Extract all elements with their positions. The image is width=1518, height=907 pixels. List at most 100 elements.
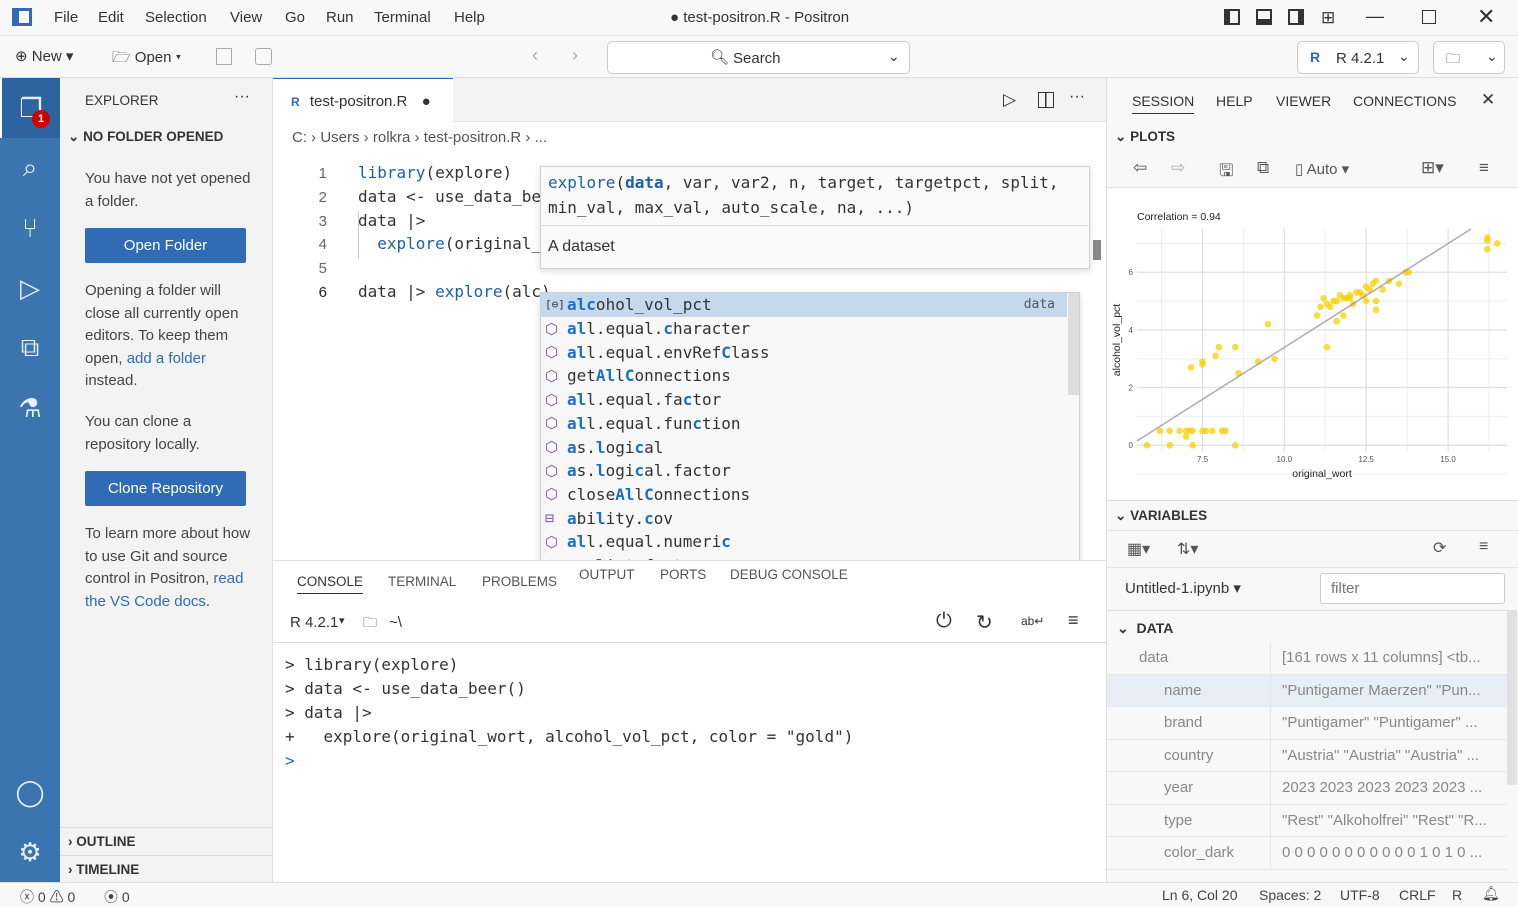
suggestion-item[interactable]: ⬡ all.equal.factor: [541, 388, 1067, 412]
maximize-button[interactable]: [1422, 10, 1436, 24]
variables-section-header[interactable]: ⌄ VARIABLES: [1115, 508, 1207, 524]
session-selector[interactable]: Untitled-1.ipynb ▾: [1125, 579, 1241, 597]
folder-icon[interactable]: 🗀: [363, 612, 377, 636]
menu-run[interactable]: Run: [326, 9, 354, 26]
sort-icon[interactable]: ⇅▾: [1177, 539, 1198, 559]
suggestion-item[interactable]: [⊖] alcohol_vol_pct data: [541, 293, 1067, 317]
breadcrumb-item[interactable]: rolkra: [373, 129, 411, 146]
toggle-sidebar-icon[interactable]: [1224, 9, 1240, 25]
outline-section-header[interactable]: › OUTLINE: [60, 827, 272, 855]
variable-row[interactable]: type "Rest" "Alkoholfrei" "Rest" "R...: [1107, 804, 1507, 837]
previous-plot-icon[interactable]: ⇦: [1133, 158, 1147, 178]
forward-icon[interactable]: ›: [572, 45, 578, 66]
save-all-icon[interactable]: [255, 48, 272, 65]
chevron-down-icon[interactable]: ⌄: [888, 48, 900, 65]
variables-scrollbar[interactable]: [1507, 610, 1517, 785]
suggestion-item[interactable]: ⬡ as.logical.factor: [541, 459, 1067, 483]
unsaved-dot-icon[interactable]: ●: [422, 93, 431, 110]
editor-tab[interactable]: R test-positron.R ●: [273, 78, 453, 123]
suggestion-item[interactable]: ⬡ all.equal.numeric: [541, 530, 1067, 554]
variables-filter-input[interactable]: [1320, 573, 1505, 604]
menu-view[interactable]: View: [230, 9, 262, 26]
clear-console-icon[interactable]: ≡: [1068, 610, 1079, 631]
suggestion-item[interactable]: ⬡ getAllConnections: [541, 364, 1067, 388]
run-file-icon[interactable]: ▷: [1003, 90, 1016, 110]
code-line[interactable]: library(explore): [358, 163, 512, 182]
next-plot-icon[interactable]: ⇨: [1171, 158, 1185, 178]
suggestion-item[interactable]: ⬡ all.equal.function: [541, 412, 1067, 436]
add-folder-link[interactable]: add a folder: [127, 350, 206, 367]
clear-plots-icon[interactable]: ≡: [1479, 158, 1489, 178]
variable-row[interactable]: data [161 rows x 11 columns] <tb...: [1107, 642, 1507, 675]
search-icon[interactable]: ⌕: [0, 138, 60, 198]
notifications-bell-icon[interactable]: 🔔︎: [1482, 885, 1500, 902]
code-line[interactable]: data |> explore(alc): [358, 282, 551, 301]
panel-tab-ports[interactable]: PORTS: [660, 567, 706, 582]
suggestion-item[interactable]: ⊟ ability.cov: [541, 506, 1067, 530]
data-group-header[interactable]: ⌄ DATA: [1107, 610, 1507, 644]
testing-icon[interactable]: ⚗: [0, 378, 60, 438]
cursor-position[interactable]: Ln 6, Col 20: [1162, 887, 1238, 903]
tab-session[interactable]: SESSION: [1132, 93, 1195, 114]
run-debug-icon[interactable]: ▷: [0, 258, 60, 318]
language-mode[interactable]: R: [1452, 887, 1462, 903]
restart-icon[interactable]: ↻: [976, 610, 993, 635]
panel-tab-output[interactable]: OUTPUT: [579, 567, 635, 582]
explorer-icon[interactable]: ❐ 1: [0, 78, 60, 138]
interpreter-selector[interactable]: R R 4.2.1 ⌄: [1297, 41, 1419, 74]
breadcrumb-item[interactable]: ...: [535, 129, 548, 146]
menu-edit[interactable]: Edit: [98, 9, 124, 26]
line-ending[interactable]: CRLF: [1399, 887, 1436, 903]
breadcrumb-item[interactable]: C:: [292, 129, 307, 146]
tab-help[interactable]: HELP: [1216, 93, 1253, 109]
open-folder-button[interactable]: Open Folder: [85, 228, 246, 263]
toggle-panel-icon[interactable]: [1256, 9, 1272, 25]
indentation[interactable]: Spaces: 2: [1259, 887, 1321, 903]
source-control-icon[interactable]: ⑂: [0, 198, 60, 258]
breadcrumb-item[interactable]: Users: [320, 129, 359, 146]
suggestion-item[interactable]: ⬡ all.equal.character: [541, 317, 1067, 341]
settings-gear-icon[interactable]: ⚙: [0, 822, 60, 882]
variable-row[interactable]: year 2023 2023 2023 2023 2023 ...: [1107, 772, 1507, 805]
variable-row[interactable]: brand "Puntigamer" "Puntigamer" ...: [1107, 707, 1507, 740]
layout-icon[interactable]: ⊞: [1321, 8, 1335, 28]
panel-tab-debug-console[interactable]: DEBUG CONSOLE: [730, 567, 848, 582]
variable-row[interactable]: name "Puntigamer Maerzen" "Pun...: [1107, 674, 1507, 707]
split-editor-icon[interactable]: [1038, 92, 1054, 108]
plots-section-header[interactable]: ⌄ PLOTS: [1115, 129, 1175, 145]
word-wrap-icon[interactable]: ab↵: [1021, 614, 1044, 628]
editor-scrollbar[interactable]: [1093, 240, 1101, 260]
no-folder-section-header[interactable]: ⌄ NO FOLDER OPENED: [68, 129, 223, 145]
save-plot-icon[interactable]: 🖫: [1219, 158, 1233, 187]
open-button[interactable]: 🗁 Open ▾: [112, 47, 181, 72]
suggestion-item[interactable]: ⬡ as.logical: [541, 435, 1067, 459]
breadcrumb-item[interactable]: test-positron.R: [424, 129, 522, 146]
menu-help[interactable]: Help: [454, 9, 485, 26]
layout-icon[interactable]: ⊞▾: [1421, 158, 1444, 178]
variable-row[interactable]: country "Austria" "Austria" "Austria" ...: [1107, 739, 1507, 772]
problems-indicator[interactable]: ⓧ 0 ⚠ 0: [20, 887, 75, 907]
minimize-button[interactable]: —: [1366, 6, 1384, 27]
ports-indicator[interactable]: ⦿ 0: [104, 887, 130, 907]
code-line[interactable]: explore(original_: [358, 234, 541, 253]
menu-terminal[interactable]: Terminal: [374, 9, 431, 26]
new-button[interactable]: ⊕ New ▾: [15, 47, 73, 65]
panel-tab-console[interactable]: CONSOLE: [297, 574, 364, 594]
more-actions-icon[interactable]: ···: [1069, 88, 1085, 106]
menu-selection[interactable]: Selection: [145, 9, 207, 26]
search-box[interactable]: 🔍︎ Search ⌄: [607, 41, 910, 74]
menu-file[interactable]: File: [54, 9, 78, 26]
close-window-button[interactable]: ✕: [1477, 4, 1495, 30]
tab-viewer[interactable]: VIEWER: [1276, 93, 1331, 109]
code-line[interactable]: data <- use_data_be: [358, 187, 541, 206]
copy-plot-icon[interactable]: ⧉: [1257, 158, 1269, 178]
toggle-secondary-sidebar-icon[interactable]: [1288, 9, 1304, 25]
code-line[interactable]: data |>: [358, 211, 425, 230]
grouping-icon[interactable]: ▦▾: [1127, 539, 1150, 559]
plot-size-selector[interactable]: ▯ Auto ▾: [1295, 160, 1349, 178]
console-interpreter[interactable]: R 4.2.1: [290, 614, 338, 631]
panel-tab-terminal[interactable]: TERMINAL: [388, 574, 456, 589]
tab-connections[interactable]: CONNECTIONS: [1353, 93, 1456, 109]
close-icon[interactable]: ✕: [1481, 90, 1495, 110]
suggestion-item[interactable]: ⬡ all.equal.envRefClass: [541, 340, 1067, 364]
